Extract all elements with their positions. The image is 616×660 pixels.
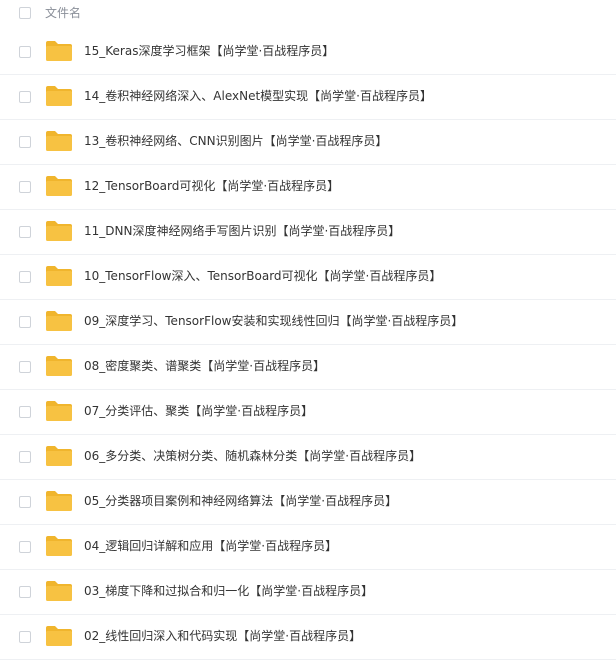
folder-name-link[interactable]: 08_密度聚类、谱聚类【尚学堂·百战程序员】 — [84, 358, 325, 374]
folder-name-link[interactable]: 11_DNN深度神经网络手写图片识别【尚学堂·百战程序员】 — [84, 223, 400, 239]
folder-name-link[interactable]: 14_卷积神经网络深入、AlexNet模型实现【尚学堂·百战程序员】 — [84, 88, 432, 104]
row-checkbox[interactable] — [19, 46, 31, 58]
row-checkbox[interactable] — [19, 406, 31, 418]
row-checkbox[interactable] — [19, 631, 31, 643]
folder-icon — [45, 490, 73, 512]
folder-icon — [45, 445, 73, 467]
row-checkbox[interactable] — [19, 226, 31, 238]
folder-icon — [45, 265, 73, 287]
row-checkbox[interactable] — [19, 316, 31, 328]
folder-icon — [45, 355, 73, 377]
file-row[interactable]: 08_密度聚类、谱聚类【尚学堂·百战程序员】 — [0, 345, 616, 390]
file-row[interactable]: 07_分类评估、聚类【尚学堂·百战程序员】 — [0, 390, 616, 435]
row-checkbox[interactable] — [19, 181, 31, 193]
folder-icon — [45, 400, 73, 422]
folder-name-link[interactable]: 04_逻辑回归详解和应用【尚学堂·百战程序员】 — [84, 538, 337, 554]
file-row[interactable]: 05_分类器项目案例和神经网络算法【尚学堂·百战程序员】 — [0, 480, 616, 525]
folder-icon — [45, 580, 73, 602]
file-row[interactable]: 06_多分类、决策树分类、随机森林分类【尚学堂·百战程序员】 — [0, 435, 616, 480]
row-checkbox[interactable] — [19, 136, 31, 148]
file-row[interactable]: 12_TensorBoard可视化【尚学堂·百战程序员】 — [0, 165, 616, 210]
folder-icon — [45, 175, 73, 197]
file-row[interactable]: 15_Keras深度学习框架【尚学堂·百战程序员】 — [0, 30, 616, 75]
file-row[interactable]: 10_TensorFlow深入、TensorBoard可视化【尚学堂·百战程序员… — [0, 255, 616, 300]
folder-name-link[interactable]: 09_深度学习、TensorFlow安装和实现线性回归【尚学堂·百战程序员】 — [84, 313, 463, 329]
folder-icon — [45, 40, 73, 62]
folder-icon — [45, 535, 73, 557]
file-row[interactable]: 14_卷积神经网络深入、AlexNet模型实现【尚学堂·百战程序员】 — [0, 75, 616, 120]
row-checkbox[interactable] — [19, 541, 31, 553]
row-checkbox[interactable] — [19, 496, 31, 508]
folder-name-link[interactable]: 10_TensorFlow深入、TensorBoard可视化【尚学堂·百战程序员… — [84, 268, 441, 284]
row-checkbox[interactable] — [19, 361, 31, 373]
row-checkbox[interactable] — [19, 586, 31, 598]
folder-name-link[interactable]: 07_分类评估、聚类【尚学堂·百战程序员】 — [84, 403, 313, 419]
file-list: 15_Keras深度学习框架【尚学堂·百战程序员】 14_卷积神经网络深入、Ale… — [0, 30, 616, 660]
column-header-filename[interactable]: 文件名 — [45, 5, 81, 21]
file-row[interactable]: 03_梯度下降和过拟合和归一化【尚学堂·百战程序员】 — [0, 570, 616, 615]
folder-name-link[interactable]: 05_分类器项目案例和神经网络算法【尚学堂·百战程序员】 — [84, 493, 397, 509]
folder-name-link[interactable]: 15_Keras深度学习框架【尚学堂·百战程序员】 — [84, 43, 334, 59]
folder-icon — [45, 130, 73, 152]
file-list-header: 文件名 — [0, 0, 616, 28]
file-row[interactable]: 11_DNN深度神经网络手写图片识别【尚学堂·百战程序员】 — [0, 210, 616, 255]
row-checkbox[interactable] — [19, 451, 31, 463]
file-row[interactable]: 09_深度学习、TensorFlow安装和实现线性回归【尚学堂·百战程序员】 — [0, 300, 616, 345]
folder-name-link[interactable]: 12_TensorBoard可视化【尚学堂·百战程序员】 — [84, 178, 339, 194]
folder-icon — [45, 310, 73, 332]
row-checkbox[interactable] — [19, 271, 31, 283]
select-all-checkbox[interactable] — [19, 7, 31, 19]
file-row[interactable]: 13_卷积神经网络、CNN识别图片【尚学堂·百战程序员】 — [0, 120, 616, 165]
folder-name-link[interactable]: 13_卷积神经网络、CNN识别图片【尚学堂·百战程序员】 — [84, 133, 387, 149]
row-checkbox[interactable] — [19, 91, 31, 103]
file-row[interactable]: 04_逻辑回归详解和应用【尚学堂·百战程序员】 — [0, 525, 616, 570]
folder-name-link[interactable]: 02_线性回归深入和代码实现【尚学堂·百战程序员】 — [84, 628, 361, 644]
file-row[interactable]: 02_线性回归深入和代码实现【尚学堂·百战程序员】 — [0, 615, 616, 660]
folder-name-link[interactable]: 03_梯度下降和过拟合和归一化【尚学堂·百战程序员】 — [84, 583, 373, 599]
folder-icon — [45, 220, 73, 242]
folder-icon — [45, 85, 73, 107]
folder-name-link[interactable]: 06_多分类、决策树分类、随机森林分类【尚学堂·百战程序员】 — [84, 448, 421, 464]
